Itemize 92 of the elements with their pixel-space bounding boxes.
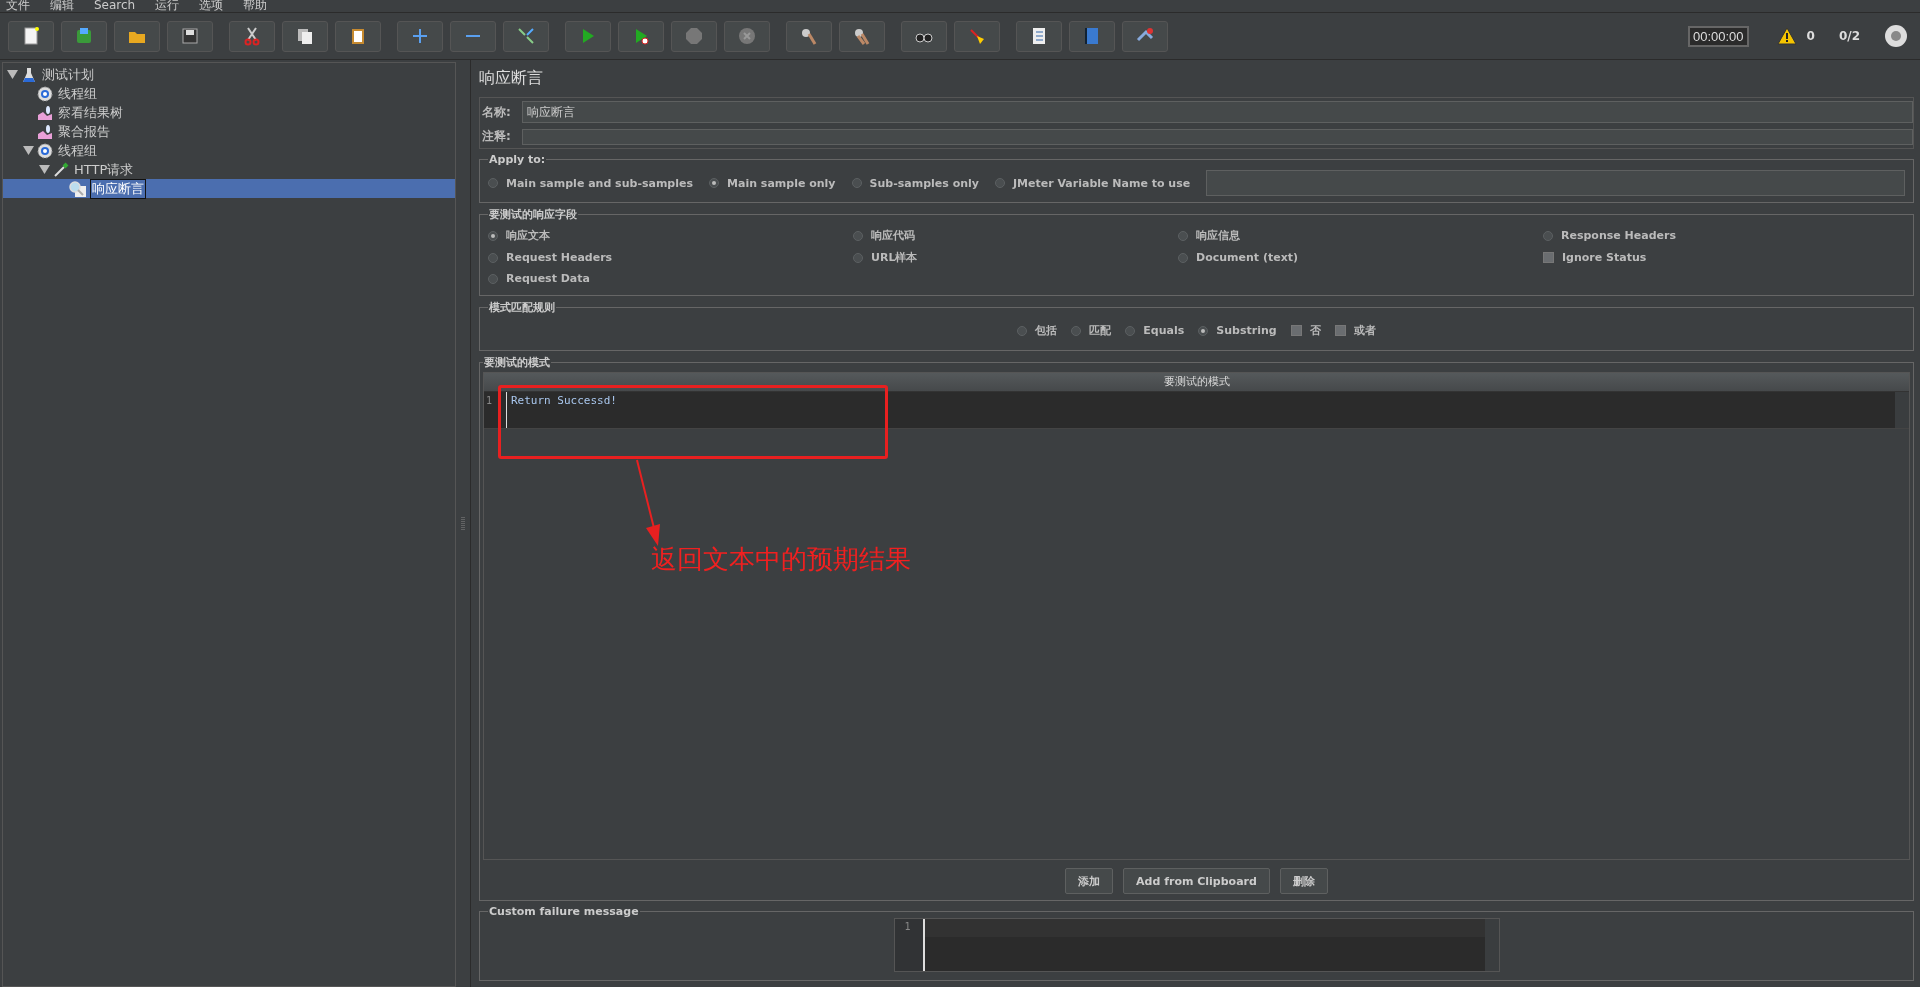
toolbar-button[interactable] [1016,20,1062,52]
toolbar-button[interactable] [282,20,328,52]
tree-item[interactable]: 线程组 [3,141,455,160]
plus-icon [410,26,430,46]
toolbar-button[interactable] [61,20,107,52]
group-legend: Apply to: [488,153,547,166]
chart-icon [37,123,53,140]
gear-icon [37,85,53,102]
radio-option[interactable]: 响应信息 [1178,228,1543,243]
checkbox-option[interactable]: Ignore Status [1543,250,1905,265]
magnifier-icon [69,180,87,197]
radio-option[interactable]: 响应文本 [488,228,853,243]
radio-option[interactable]: Request Data [488,272,853,285]
stop-icon [684,26,704,46]
minus-icon [466,35,480,37]
radio-option[interactable]: URL样本 [853,250,1178,265]
radio-option[interactable]: 响应代码 [853,228,1178,243]
radio-option[interactable]: Main sample and sub-samples [488,176,694,190]
chart-icon [37,104,53,121]
group-legend: 要测试的模式 [483,355,551,370]
toolbar-button[interactable] [8,20,54,52]
splitter-grip-icon[interactable] [461,515,465,532]
group-legend: Custom failure message [488,905,640,918]
radio-option[interactable]: 匹配 [1071,323,1112,338]
checkbox-option[interactable]: 否 [1290,323,1321,338]
toolbar-button[interactable] [335,20,381,52]
column-header[interactable]: 要测试的模式 [484,373,1909,392]
tree-item[interactable]: 测试计划 [3,65,455,84]
menu-item[interactable]: 运行 [155,0,180,12]
radio-option[interactable]: Document (text) [1178,250,1543,265]
line-number: 1 [485,394,494,408]
warning-icon [1776,27,1797,45]
radio-option[interactable]: Sub-samples only [851,176,979,190]
copy-icon [295,26,315,46]
clear-icon [799,26,819,46]
toolbar-button[interactable] [167,20,213,52]
templates-icon [74,26,94,46]
tree-item[interactable]: HTTP请求 [3,160,455,179]
tree-item[interactable]: 察看结果树 [3,103,455,122]
menu-item[interactable]: 帮助 [243,0,268,12]
menu-item[interactable]: 选项 [199,0,224,12]
radio-option[interactable]: JMeter Variable Name to use [994,176,1191,190]
radio-option[interactable]: Request Headers [488,250,853,265]
radio-option[interactable]: Substring [1198,323,1277,338]
broom-icon [967,26,987,46]
toggle-icon [516,26,536,46]
toolbar-button[interactable] [786,20,832,52]
group-legend: 模式匹配规则 [488,300,556,315]
elapsed-timer: 00:00:00 [1687,25,1749,47]
tree-item[interactable]: 线程组 [3,84,455,103]
action-button[interactable]: 添加 [1065,868,1114,894]
flask-icon [21,66,37,83]
name-field[interactable]: 响应断言 [522,101,1913,123]
radio-option[interactable]: Response Headers [1543,228,1905,243]
thread-count: 0/2 [1838,29,1860,43]
checkbox-option[interactable]: 或者 [1334,323,1376,338]
scrollbar[interactable] [1895,392,1909,428]
expand-triangle-icon[interactable] [23,145,34,156]
expand-triangle-icon[interactable] [7,69,18,80]
pipette-icon [53,161,69,178]
action-button[interactable]: 删除 [1279,868,1328,894]
tree-item[interactable]: 响应断言 [3,179,455,198]
message-editor[interactable]: 1 [893,918,1500,972]
scrollbar[interactable] [1484,919,1499,971]
gear-icon [37,142,53,159]
group-legend: 要测试的响应字段 [488,207,578,222]
warning-count: 0 [1806,29,1815,43]
name-label: 名称: [481,103,512,121]
toolbar-button[interactable] [901,20,947,52]
radio-option[interactable]: Equals [1125,323,1185,338]
panel-title: 响应断言 [479,68,544,89]
clear-all-icon [852,26,872,46]
toolbar-button[interactable] [1122,20,1168,52]
tree-item[interactable]: 聚合报告 [3,122,455,141]
toolbar-button[interactable] [839,20,885,52]
menu-item[interactable]: Search [94,0,136,12]
save-icon [180,26,200,46]
toolbar-button[interactable] [229,20,275,52]
shutdown-icon [737,26,757,46]
radio-option[interactable]: Main sample only [709,176,836,190]
comment-field[interactable] [522,128,1913,145]
variable-name-field[interactable] [1206,170,1905,196]
line-number: 1 [903,920,912,932]
annotation-text: 返回文本中的预期结果 [651,543,911,576]
scissors-icon [242,26,262,46]
comment-label: 注释: [481,128,512,145]
toolbar-button[interactable] [114,20,160,52]
action-button[interactable]: Add from Clipboard [1123,868,1270,894]
new-file-icon [21,26,41,46]
toolbar-button[interactable] [503,20,549,52]
radio-option[interactable]: 包括 [1017,323,1058,338]
expand-triangle-icon[interactable] [39,164,50,175]
